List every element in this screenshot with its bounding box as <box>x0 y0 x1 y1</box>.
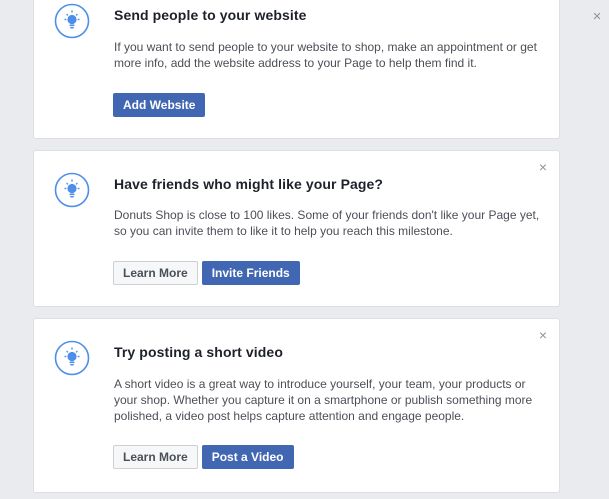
card-title: Have friends who might like your Page? <box>114 176 384 192</box>
tip-card-invite-friends: Have friends who might like your Page? D… <box>33 150 560 307</box>
invite-friends-button[interactable]: Invite Friends <box>201 261 300 285</box>
card-description: Donuts Shop is close to 100 likes. Some … <box>114 208 540 238</box>
card-title: Try posting a short video <box>114 344 283 360</box>
learn-more-button[interactable]: Learn More <box>113 261 198 285</box>
close-icon[interactable]: × <box>537 160 549 174</box>
close-icon[interactable]: × <box>590 9 604 24</box>
card-actions: Learn More Post a Video <box>113 445 294 469</box>
lightbulb-icon <box>54 172 90 208</box>
card-actions: Learn More Invite Friends <box>113 261 300 285</box>
post-video-button[interactable]: Post a Video <box>201 445 294 469</box>
tip-card-website: Send people to your website If you want … <box>33 0 560 139</box>
card-description: A short video is a great way to introduc… <box>114 377 533 423</box>
close-icon[interactable]: × <box>537 328 549 342</box>
card-actions: Add Website <box>113 93 206 117</box>
learn-more-button[interactable]: Learn More <box>113 445 198 469</box>
tip-card-post-video: Try posting a short video A short video … <box>33 318 560 493</box>
lightbulb-icon <box>54 3 90 39</box>
lightbulb-icon <box>54 340 90 376</box>
card-description: If you want to send people to your websi… <box>114 40 537 70</box>
card-title: Send people to your website <box>114 7 307 23</box>
add-website-button[interactable]: Add Website <box>113 93 206 117</box>
